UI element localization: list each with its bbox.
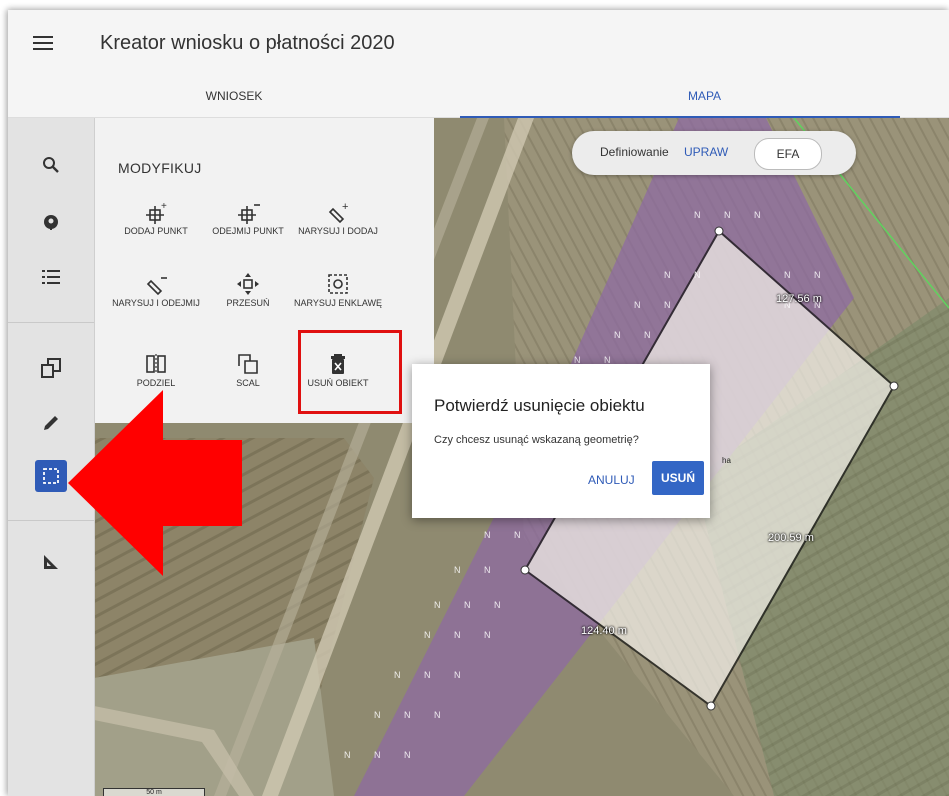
svg-text:N: N bbox=[434, 600, 441, 610]
svg-text:N: N bbox=[644, 330, 651, 340]
definition-toggle: Definiowanie UPRAW EFA bbox=[572, 131, 856, 175]
measurement-label: 200.59 m bbox=[768, 532, 814, 544]
svg-text:N: N bbox=[484, 565, 491, 575]
add-point-icon: + bbox=[146, 201, 167, 224]
svg-text:N: N bbox=[784, 270, 791, 280]
dialog-title: Potwierdź usunięcie obiektu bbox=[434, 396, 645, 415]
delete-object-button[interactable]: USUŃ OBIEKT bbox=[292, 350, 384, 388]
tool-label: ODEJMIJ PUNKT bbox=[212, 226, 284, 236]
delete-object-icon bbox=[331, 354, 345, 374]
select-area-button[interactable] bbox=[35, 460, 67, 492]
tool-label: NARYSUJ I ODEJMIJ bbox=[112, 298, 200, 308]
svg-text:N: N bbox=[484, 630, 491, 640]
tool-label: NARYSUJ I DODAJ bbox=[298, 226, 378, 236]
draw-add-button[interactable]: + NARYSUJ I DODAJ bbox=[292, 198, 384, 236]
svg-text:N: N bbox=[694, 210, 701, 220]
toggle-label: Definiowanie bbox=[600, 145, 669, 159]
svg-text:N: N bbox=[464, 600, 471, 610]
split-icon bbox=[146, 354, 166, 374]
split-button[interactable]: PODZIEL bbox=[110, 350, 202, 388]
move-button[interactable]: PRZESUŃ bbox=[202, 270, 294, 308]
svg-text:N: N bbox=[404, 750, 411, 760]
measure-button[interactable] bbox=[35, 546, 67, 578]
svg-text:N: N bbox=[514, 530, 521, 540]
draw-subtract-button[interactable]: NARYSUJ I ODEJMIJ bbox=[110, 270, 202, 308]
measurement-label: 127.56 m bbox=[776, 293, 822, 305]
list-icon bbox=[42, 270, 60, 284]
svg-text:N: N bbox=[394, 670, 401, 680]
tab-mapa[interactable]: MAPA bbox=[460, 75, 949, 117]
draw-add-icon: + bbox=[328, 201, 348, 224]
rail-divider bbox=[8, 322, 94, 323]
app-title: Kreator wniosku o płatności 2020 bbox=[100, 32, 395, 54]
app-header: Kreator wniosku o płatności 2020 bbox=[8, 10, 949, 75]
tab-wniosek[interactable]: WNIOSEK bbox=[8, 75, 460, 117]
tool-label: DODAJ PUNKT bbox=[124, 226, 188, 236]
dialog-message: Czy chcesz usunąć wskazaną geometrię? bbox=[434, 434, 639, 446]
remove-point-button[interactable]: ODEJMIJ PUNKT bbox=[202, 198, 294, 236]
area-unit-label: ha bbox=[722, 456, 731, 465]
add-point-button[interactable]: + DODAJ PUNKT bbox=[110, 198, 202, 236]
svg-text:N: N bbox=[664, 300, 671, 310]
toggle-option-efa[interactable]: EFA bbox=[754, 138, 822, 170]
tool-label: SCAL bbox=[236, 378, 260, 388]
copy-button[interactable] bbox=[35, 352, 67, 384]
svg-text:N: N bbox=[694, 270, 701, 280]
svg-text:N: N bbox=[434, 710, 441, 720]
remove-point-icon bbox=[238, 204, 260, 224]
tab-bar: WNIOSEK MAPA bbox=[8, 75, 949, 118]
panel-title: MODYFIKUJ bbox=[118, 160, 202, 176]
svg-text:N: N bbox=[344, 750, 351, 760]
confirm-delete-dialog: Potwierdź usunięcie obiektu Czy chcesz u… bbox=[412, 364, 710, 518]
modify-tools-panel: MODYFIKUJ + DODAJ PUNKT ODEJMIJ PUNKT + bbox=[94, 118, 434, 423]
svg-text:N: N bbox=[374, 710, 381, 720]
svg-text:N: N bbox=[724, 210, 731, 220]
menu-icon[interactable] bbox=[30, 32, 56, 54]
merge-button[interactable]: SCAL bbox=[202, 350, 294, 388]
tool-label: NARYSUJ ENKLAWĘ bbox=[293, 298, 383, 308]
draw-enclave-button[interactable]: NARYSUJ ENKLAWĘ bbox=[292, 270, 384, 308]
plant-icon bbox=[44, 215, 58, 230]
red-arrow-annotation bbox=[68, 390, 242, 576]
plant-button[interactable] bbox=[35, 206, 67, 238]
scale-bar: 50 m bbox=[103, 788, 205, 796]
toggle-option-upraw[interactable]: UPRAW bbox=[684, 145, 728, 159]
copy-icon bbox=[41, 358, 61, 378]
svg-text:N: N bbox=[404, 710, 411, 720]
svg-text:N: N bbox=[454, 565, 461, 575]
svg-text:N: N bbox=[664, 270, 671, 280]
svg-text:N: N bbox=[424, 670, 431, 680]
svg-text:N: N bbox=[484, 530, 491, 540]
app-window: Kreator wniosku o płatności 2020 WNIOSEK… bbox=[8, 10, 949, 796]
svg-text:N: N bbox=[634, 300, 641, 310]
tool-label: PRZESUŃ bbox=[226, 298, 270, 308]
svg-text:N: N bbox=[614, 330, 621, 340]
pencil-icon bbox=[44, 416, 58, 430]
search-button[interactable] bbox=[35, 149, 67, 181]
merge-icon bbox=[238, 354, 258, 374]
search-icon bbox=[43, 157, 59, 173]
svg-text:N: N bbox=[494, 600, 501, 610]
svg-text:N: N bbox=[424, 630, 431, 640]
svg-text:N: N bbox=[814, 270, 821, 280]
list-button[interactable] bbox=[35, 261, 67, 293]
confirm-delete-button[interactable]: USUŃ bbox=[652, 461, 704, 495]
svg-text:N: N bbox=[754, 210, 761, 220]
svg-text:N: N bbox=[454, 670, 461, 680]
select-area-icon bbox=[43, 468, 59, 484]
svg-text:N: N bbox=[454, 630, 461, 640]
draw-enclave-icon bbox=[328, 274, 348, 294]
draw-subtract-icon bbox=[146, 277, 167, 296]
cancel-button[interactable]: ANULUJ bbox=[588, 464, 635, 496]
svg-text:+: + bbox=[161, 201, 167, 212]
measurement-label: 124.40 m bbox=[581, 625, 627, 637]
svg-text:N: N bbox=[374, 750, 381, 760]
svg-text:+: + bbox=[342, 201, 348, 213]
tool-label: USUŃ OBIEKT bbox=[307, 378, 369, 388]
edit-button[interactable] bbox=[35, 407, 67, 439]
move-icon bbox=[237, 273, 259, 295]
ruler-icon bbox=[44, 555, 58, 569]
tool-label: PODZIEL bbox=[136, 378, 176, 388]
